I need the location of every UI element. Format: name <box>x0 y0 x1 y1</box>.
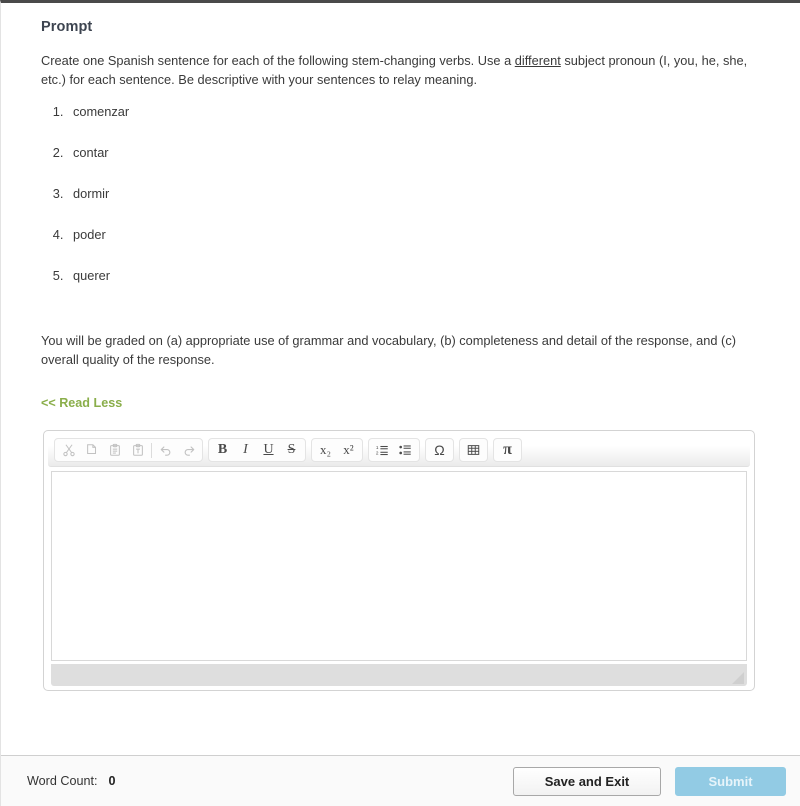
response-text-area[interactable] <box>51 470 747 661</box>
bulleted-list-icon[interactable] <box>394 440 417 461</box>
cut-icon[interactable] <box>57 440 80 461</box>
prompt-content-area: Prompt Create one Spanish sentence for e… <box>1 3 800 755</box>
subscript-button[interactable]: x₂ <box>314 440 337 461</box>
read-less-link[interactable]: << Read Less <box>41 396 122 410</box>
math-button[interactable]: π <box>496 440 519 461</box>
italic-button[interactable]: I <box>234 440 257 461</box>
list-item: dormir <box>67 186 762 201</box>
word-count: Word Count: 0 <box>27 774 115 788</box>
prompt-emphasis-different: different <box>514 53 561 68</box>
strikethrough-button[interactable]: S <box>280 440 303 461</box>
toolbar-group-script: x₂ x² <box>311 438 363 463</box>
list-item: comenzar <box>67 104 762 119</box>
list-item: querer <box>67 268 762 283</box>
word-count-value: 0 <box>108 774 116 788</box>
footer-actions: Save and Exit Submit <box>513 766 786 796</box>
list-item: contar <box>67 145 762 160</box>
word-count-label: Word Count: <box>27 774 98 788</box>
rich-text-editor: B I U S x₂ x² 1 2 Ω π <box>43 429 755 691</box>
save-and-exit-button[interactable]: Save and Exit <box>513 766 661 796</box>
prompt-instructions: Create one Spanish sentence for each of … <box>41 51 753 90</box>
underline-button[interactable]: U <box>257 440 280 461</box>
grading-criteria-text: You will be graded on (a) appropriate us… <box>41 332 736 368</box>
footer-bar: Word Count: 0 Save and Exit Submit <box>1 755 800 806</box>
numbered-list-icon[interactable]: 1 2 <box>371 440 394 461</box>
copy-icon[interactable] <box>80 440 103 461</box>
svg-text:1: 1 <box>376 445 379 451</box>
verb-list: comenzar contar dormir poder querer <box>41 104 762 283</box>
paste-as-text-icon[interactable] <box>126 440 149 461</box>
svg-text:2: 2 <box>376 451 379 457</box>
toolbar-group-table <box>459 438 488 463</box>
editor-status-bar <box>51 663 747 686</box>
undo-icon[interactable] <box>154 440 177 461</box>
toolbar-group-basic-styles: B I U S <box>208 438 306 463</box>
assignment-window: Prompt Create one Spanish sentence for e… <box>0 0 800 806</box>
redo-icon[interactable] <box>177 440 200 461</box>
page-title: Prompt <box>41 19 93 35</box>
list-item: poder <box>67 227 762 242</box>
submit-button[interactable]: Submit <box>675 766 786 796</box>
superscript-button[interactable]: x² <box>337 440 360 461</box>
toolbar-divider <box>151 442 152 458</box>
toolbar-group-lists: 1 2 <box>368 438 420 463</box>
toolbar-group-special-character: Ω <box>425 438 454 463</box>
prompt-instructions-part1: Create one Spanish sentence for each of … <box>41 53 515 68</box>
table-icon[interactable] <box>462 440 485 461</box>
toolbar-group-clipboard <box>54 438 203 463</box>
bold-button[interactable]: B <box>211 440 234 461</box>
paste-icon[interactable] <box>103 440 126 461</box>
toolbar-group-math: π <box>493 438 522 463</box>
editor-toolbar: B I U S x₂ x² 1 2 Ω π <box>48 434 750 467</box>
special-character-button[interactable]: Ω <box>428 440 451 461</box>
resize-grip-icon[interactable] <box>730 670 745 685</box>
